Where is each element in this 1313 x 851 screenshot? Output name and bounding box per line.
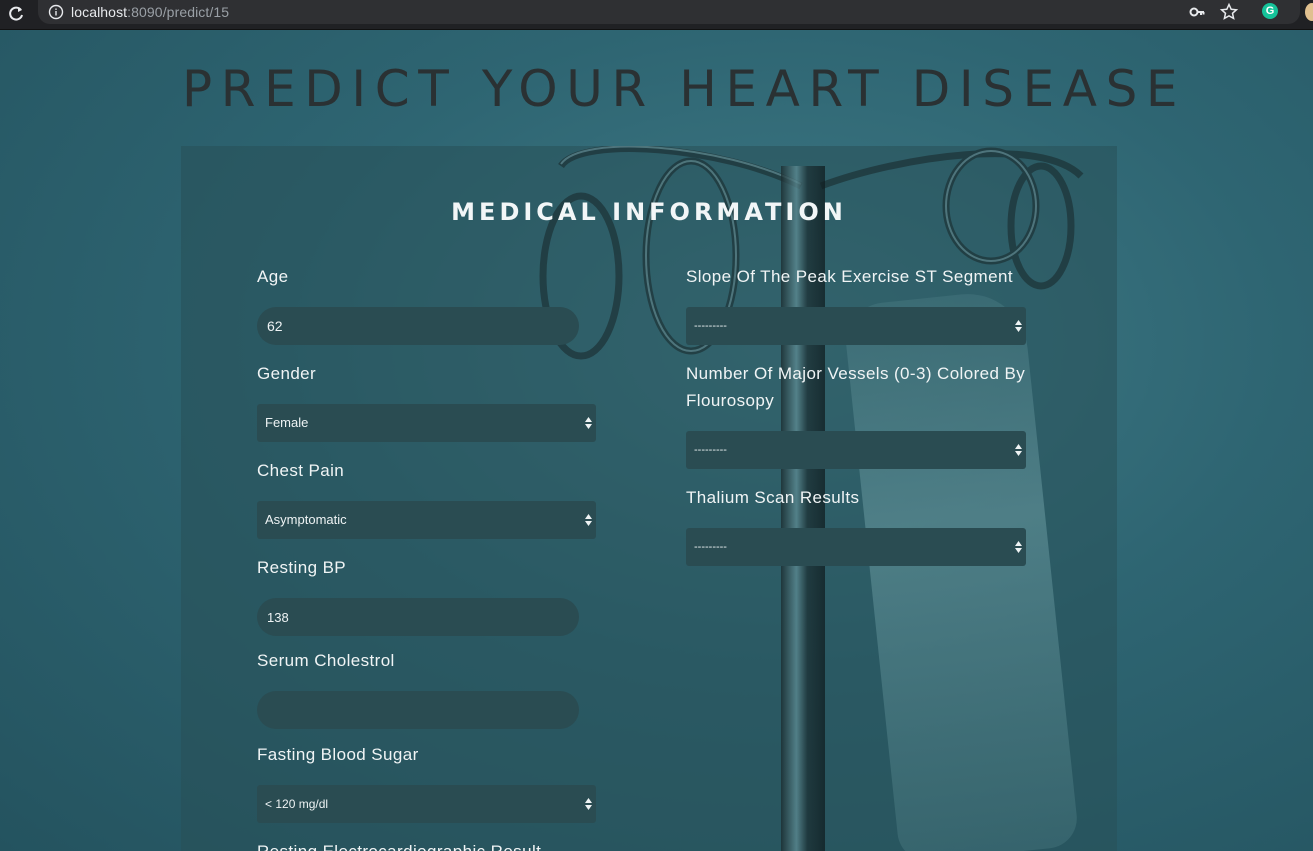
medical-info-panel: MEDICAL INFORMATION Age Gender Female Ch… xyxy=(181,146,1117,851)
resting-bp-input[interactable] xyxy=(257,598,579,636)
slope-label: Slope Of The Peak Exercise ST Segment xyxy=(686,267,1013,286)
url-text[interactable]: localhost:8090/predict/15 xyxy=(71,4,229,20)
select-arrows-icon xyxy=(1015,541,1022,553)
page-title: PREDICT YOUR HEART DISEASE xyxy=(182,60,1187,118)
slope-select[interactable]: --------- xyxy=(686,307,1026,345)
address-bar[interactable]: localhost:8090/predict/15 G xyxy=(38,0,1300,24)
select-arrows-icon xyxy=(1015,320,1022,332)
age-input[interactable] xyxy=(257,307,579,345)
fasting-blood-sugar-select-value: < 120 mg/dl xyxy=(265,797,329,811)
key-icon[interactable] xyxy=(1188,3,1206,21)
slope-select-value: --------- xyxy=(694,320,727,332)
reload-icon[interactable] xyxy=(6,4,26,24)
gender-label: Gender xyxy=(257,364,317,383)
profile-avatar[interactable] xyxy=(1305,3,1313,21)
serum-cholestrol-input[interactable] xyxy=(257,691,579,729)
browser-toolbar: localhost:8090/predict/15 G xyxy=(0,0,1313,30)
vessels-select-value: --------- xyxy=(694,444,727,456)
select-arrows-icon xyxy=(1015,444,1022,456)
info-icon[interactable] xyxy=(48,4,64,20)
chest-pain-select[interactable]: Asymptomatic xyxy=(257,501,596,539)
age-label: Age xyxy=(257,267,289,286)
chest-pain-select-value: Asymptomatic xyxy=(265,512,347,527)
resting-bp-label: Resting BP xyxy=(257,558,347,577)
vessels-label: Number Of Major Vessels (0-3) Colored By… xyxy=(686,364,1026,410)
select-arrows-icon xyxy=(585,798,592,810)
gender-select[interactable]: Female xyxy=(257,404,596,442)
fasting-blood-sugar-label: Fasting Blood Sugar xyxy=(257,745,419,764)
vessels-select[interactable]: --------- xyxy=(686,431,1026,469)
serum-cholestrol-label: Serum Cholestrol xyxy=(257,651,395,670)
select-arrows-icon xyxy=(585,514,592,526)
bookmark-star-icon[interactable] xyxy=(1219,2,1239,22)
thalium-select[interactable]: --------- xyxy=(686,528,1026,566)
thalium-select-value: --------- xyxy=(694,541,727,553)
fasting-blood-sugar-select[interactable]: < 120 mg/dl xyxy=(257,785,596,823)
gender-select-value: Female xyxy=(265,415,309,430)
resting-ecg-label: Resting Electrocardiographic Result xyxy=(257,838,541,851)
select-arrows-icon xyxy=(585,417,592,429)
grammarly-extension-icon[interactable]: G xyxy=(1262,3,1278,19)
url-path: :8090/predict/15 xyxy=(127,4,230,20)
chest-pain-label: Chest Pain xyxy=(257,461,345,480)
url-host: localhost xyxy=(71,4,128,20)
section-title: MEDICAL INFORMATION xyxy=(451,198,847,226)
thalium-label: Thalium Scan Results xyxy=(686,488,860,507)
